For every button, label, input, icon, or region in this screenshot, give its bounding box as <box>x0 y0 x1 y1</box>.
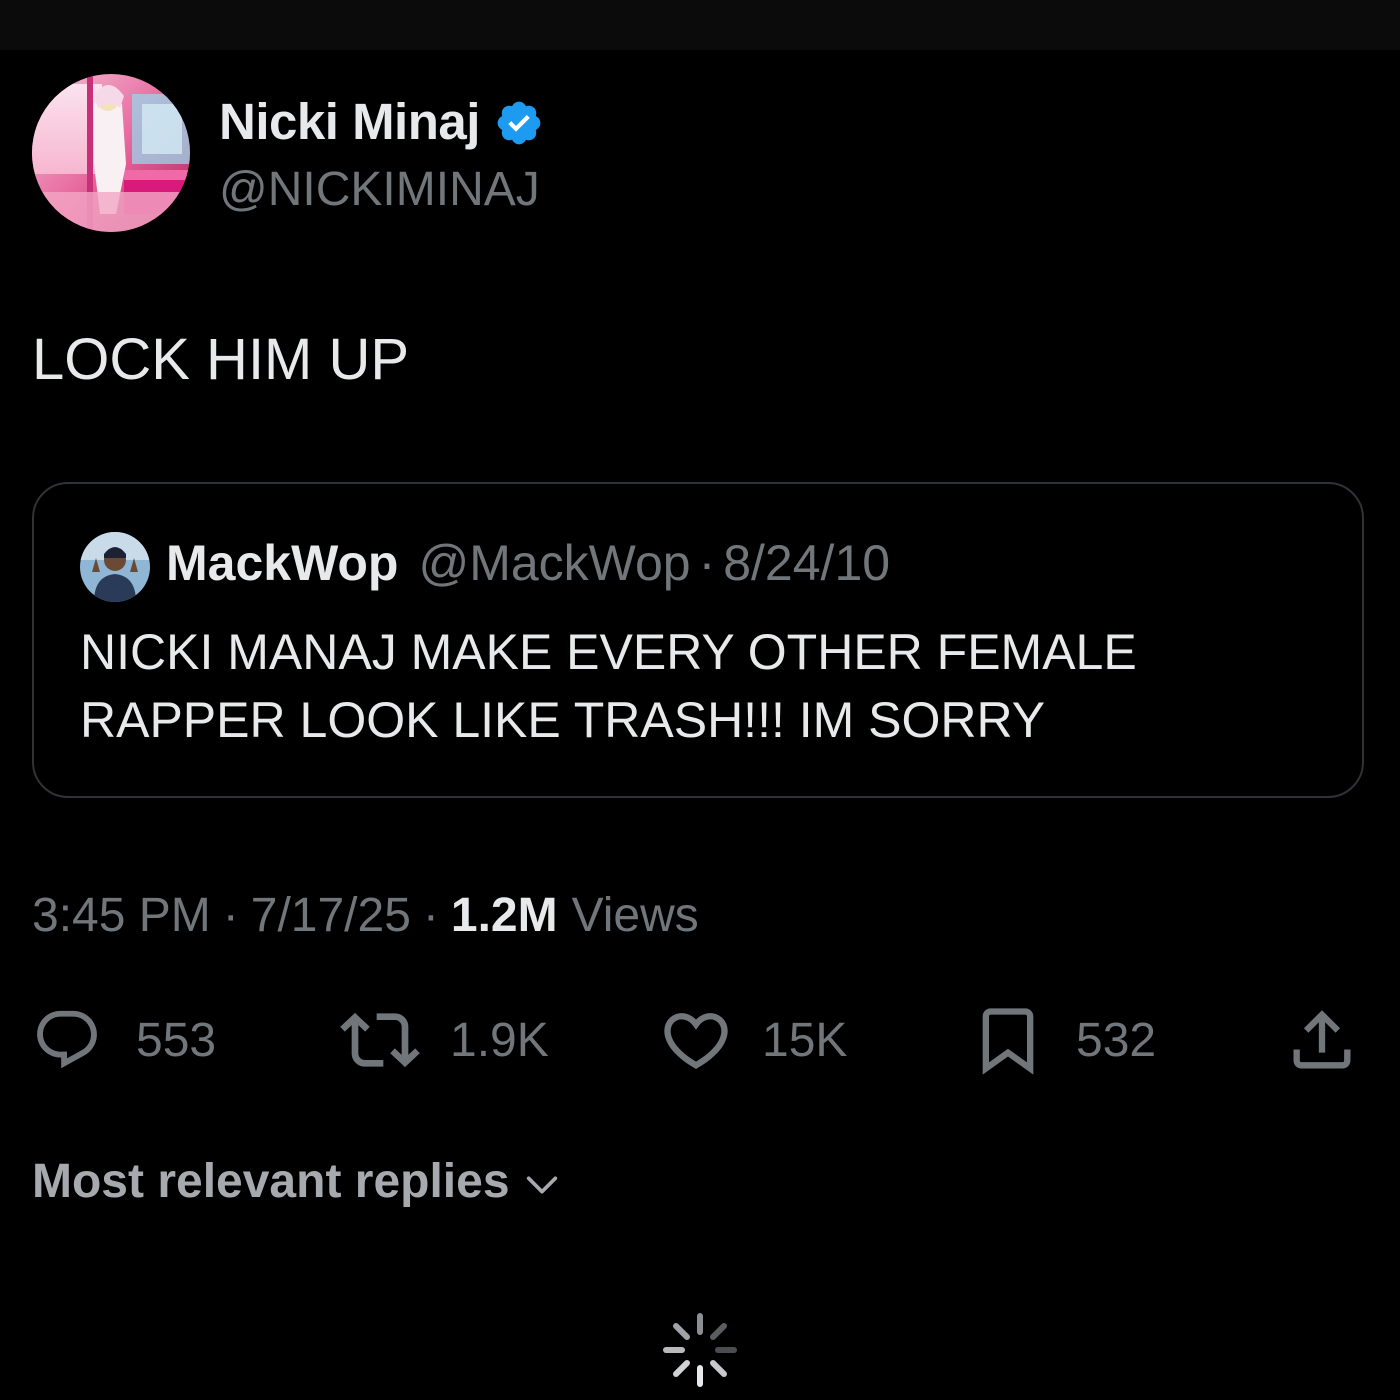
like-count: 15K <box>762 1013 848 1067</box>
reply-count: 553 <box>136 1013 217 1067</box>
replies-sort-label: Most relevant replies <box>32 1155 510 1208</box>
reply-button[interactable]: 553 <box>32 1000 216 1080</box>
bookmark-count: 532 <box>1076 1013 1157 1067</box>
quoted-author-name[interactable]: MackWop <box>166 534 398 592</box>
quoted-tweet-header: MackWop @MackWop · 8/24/10 <box>166 534 890 592</box>
author-name[interactable]: Nicki Minaj <box>219 92 480 151</box>
chevron-down-icon <box>526 1176 557 1193</box>
quoted-avatar-image <box>80 532 150 602</box>
quoted-tweet-text: NICKI MANAJ MAKE EVERY OTHER FEMALE RAPP… <box>80 624 1137 748</box>
views-count[interactable]: 1.2M <box>451 888 558 943</box>
replies-sort-dropdown[interactable]: Most relevant replies <box>32 1154 562 1209</box>
like-icon <box>664 1013 728 1070</box>
reply-icon <box>37 1010 97 1069</box>
tweet-text: LOCK HIM UP <box>32 327 410 392</box>
quoted-author-avatar[interactable] <box>80 532 150 602</box>
tweet-actions: 553 1.9K 15K 532 <box>32 1000 1368 1080</box>
avatar-image <box>32 74 190 232</box>
verified-badge-icon[interactable] <box>494 98 544 148</box>
tweet-time[interactable]: 3:45 PM <box>32 888 211 943</box>
quoted-tweet-card[interactable]: MackWop @MackWop · 8/24/10 NICKI MANAJ M… <box>32 482 1364 798</box>
bookmark-button[interactable]: 532 <box>970 1000 1156 1080</box>
share-icon <box>1293 1010 1351 1069</box>
like-button[interactable]: 15K <box>658 1000 847 1080</box>
share-button[interactable] <box>1284 1000 1360 1080</box>
meta-separator: · <box>222 889 239 942</box>
loading-spinner-icon <box>663 1313 737 1387</box>
quoted-author-handle[interactable]: @MackWop <box>418 534 690 592</box>
meta-separator: · <box>422 889 439 942</box>
quoted-separator: · <box>698 535 716 591</box>
top-bar <box>0 0 1400 50</box>
repost-count: 1.9K <box>450 1013 549 1067</box>
tweet-meta: 3:45 PM · 7/17/25 · 1.2M Views <box>32 888 699 943</box>
views-label[interactable]: Views <box>572 888 699 943</box>
author-avatar[interactable] <box>32 74 190 232</box>
author-name-row: Nicki Minaj <box>219 92 544 151</box>
repost-button[interactable]: 1.9K <box>340 1000 549 1080</box>
author-handle[interactable]: @NICKIMINAJ <box>219 162 540 217</box>
quoted-date[interactable]: 8/24/10 <box>723 534 890 592</box>
repost-icon <box>340 1012 420 1068</box>
topbar-partial-icon[interactable] <box>1140 0 1210 10</box>
tweet-date[interactable]: 7/17/25 <box>251 888 411 943</box>
bookmark-icon <box>982 1008 1034 1075</box>
